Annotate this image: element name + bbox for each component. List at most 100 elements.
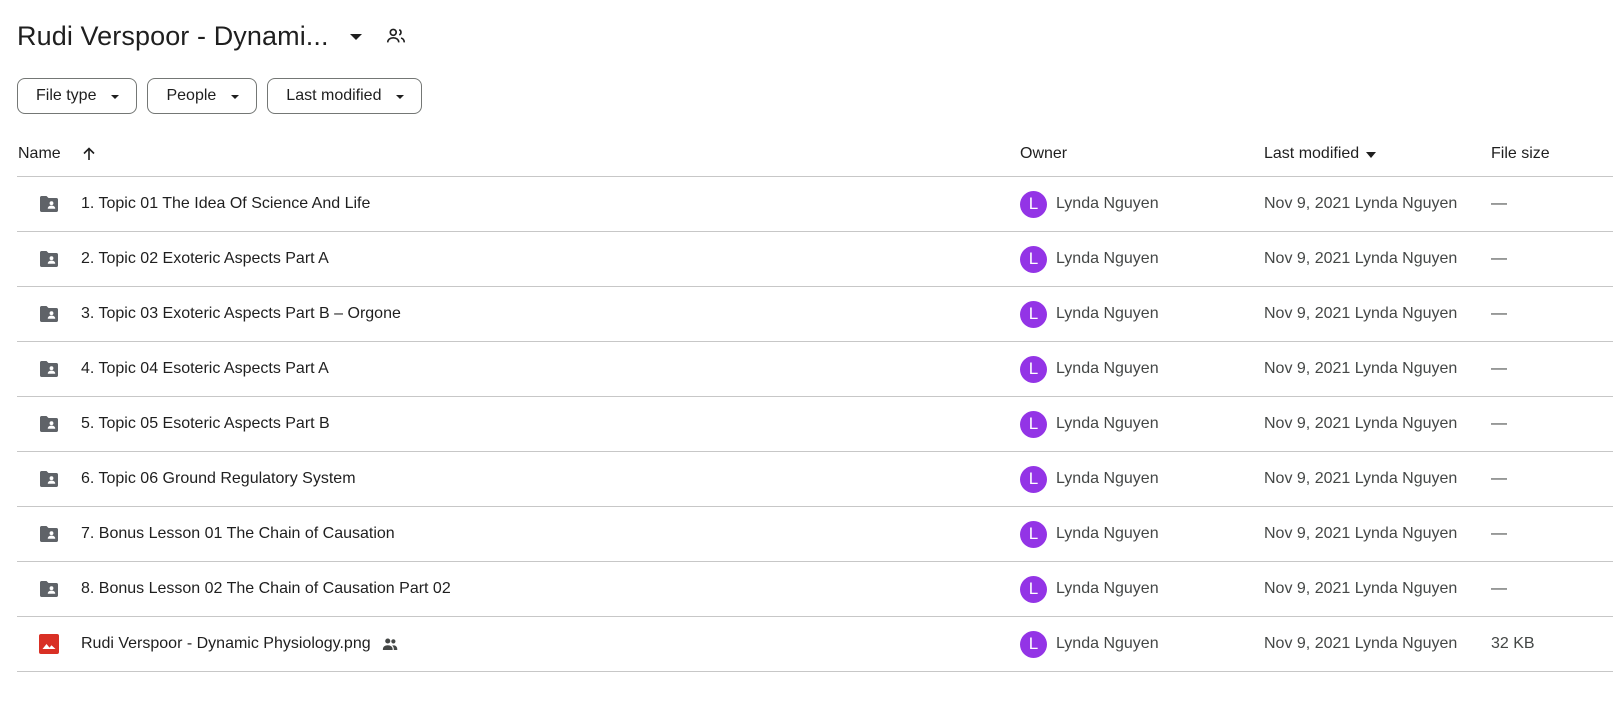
file-name: 8. Bonus Lesson 02 The Chain of Causatio…: [81, 580, 451, 597]
last-modified-cell: Nov 9, 2021 Lynda Nguyen: [1264, 470, 1458, 487]
owner-name: Lynda Nguyen: [1056, 305, 1159, 322]
owner-cell: L Lynda Nguyen: [1020, 452, 1159, 506]
last-modified-filter[interactable]: Last modified: [267, 78, 423, 114]
table-row[interactable]: 7. Bonus Lesson 01 The Chain of Causatio…: [17, 507, 1613, 562]
avatar[interactable]: L: [1020, 245, 1047, 273]
file-name-cell[interactable]: 2. Topic 02 Exoteric Aspects Part A: [81, 232, 329, 286]
file-name-cell[interactable]: 8. Bonus Lesson 02 The Chain of Causatio…: [81, 562, 451, 616]
table-row[interactable]: 2. Topic 02 Exoteric Aspects Part A L Lynd…: [17, 232, 1613, 287]
last-modified-cell: Nov 9, 2021 Lynda Nguyen: [1264, 360, 1458, 377]
last-modified-column-label: Last modified: [1264, 145, 1360, 162]
owner-column-header[interactable]: Owner: [1020, 145, 1067, 163]
last-modified-cell: Nov 9, 2021 Lynda Nguyen: [1264, 580, 1458, 597]
avatar[interactable]: L: [1020, 465, 1047, 493]
table-row[interactable]: 8. Bonus Lesson 02 The Chain of Causatio…: [17, 562, 1613, 617]
last-modified-cell: Nov 9, 2021 Lynda Nguyen: [1264, 305, 1458, 322]
name-column-label: Name: [18, 145, 61, 162]
table-header: Name Owner Last modified File size: [17, 132, 1613, 177]
owner-cell: L Lynda Nguyen: [1020, 287, 1159, 341]
file-size-column-header[interactable]: File size: [1491, 145, 1550, 163]
shared-folder-icon: [37, 467, 61, 491]
owner-cell: L Lynda Nguyen: [1020, 562, 1159, 616]
shared-folder-icon: [37, 412, 61, 436]
avatar[interactable]: L: [1020, 190, 1047, 218]
owner-name: Lynda Nguyen: [1056, 250, 1159, 267]
shared-folder-icon: [37, 522, 61, 546]
shared-folder-icon: [37, 357, 61, 381]
file-size-cell: —: [1491, 305, 1507, 322]
owner-name: Lynda Nguyen: [1056, 195, 1159, 212]
file-size-cell: —: [1491, 250, 1507, 267]
avatar[interactable]: L: [1020, 630, 1047, 658]
sort-ascending-arrow-icon[interactable]: [79, 144, 99, 164]
name-column-header[interactable]: Name: [18, 144, 99, 164]
avatar[interactable]: L: [1020, 520, 1047, 548]
last-modified-cell: Nov 9, 2021 Lynda Nguyen: [1264, 195, 1458, 212]
table-row[interactable]: Rudi Verspoor - Dynamic Physiology.png L L…: [17, 617, 1613, 672]
file-type-filter-label: File type: [36, 87, 97, 104]
owner-name: Lynda Nguyen: [1056, 580, 1159, 597]
shared-folder-icon: [37, 247, 61, 271]
last-modified-cell: Nov 9, 2021 Lynda Nguyen: [1264, 250, 1458, 267]
folder-header: Rudi Verspoor - Dynami...: [17, 14, 408, 58]
table-row[interactable]: 5. Topic 05 Esoteric Aspects Part B L Lynd…: [17, 397, 1613, 452]
owner-name: Lynda Nguyen: [1056, 525, 1159, 542]
shared-folder-icon: [37, 577, 61, 601]
file-name-cell[interactable]: 1. Topic 01 The Idea Of Science And Life: [81, 177, 370, 231]
shared-people-icon: [380, 634, 400, 654]
file-name-cell[interactable]: 6. Topic 06 Ground Regulatory System: [81, 452, 356, 506]
image-file-icon: [37, 632, 61, 656]
folder-menu-chevron-down-icon[interactable]: [349, 34, 362, 40]
owner-name: Lynda Nguyen: [1056, 360, 1159, 377]
avatar[interactable]: L: [1020, 300, 1047, 328]
last-modified-cell: Nov 9, 2021 Lynda Nguyen: [1264, 415, 1458, 432]
file-size-cell: —: [1491, 580, 1507, 597]
file-size-cell: —: [1491, 470, 1507, 487]
avatar[interactable]: L: [1020, 410, 1047, 438]
last-modified-filter-label: Last modified: [286, 87, 382, 104]
owner-cell: L Lynda Nguyen: [1020, 617, 1159, 671]
file-name: 4. Topic 04 Esoteric Aspects Part A: [81, 360, 329, 377]
owner-cell: L Lynda Nguyen: [1020, 507, 1159, 561]
file-name: 1. Topic 01 The Idea Of Science And Life: [81, 195, 371, 212]
file-name-cell[interactable]: 7. Bonus Lesson 01 The Chain of Causatio…: [81, 507, 395, 561]
table-row[interactable]: 6. Topic 06 Ground Regulatory System L Lyn…: [17, 452, 1613, 507]
people-filter[interactable]: People: [147, 78, 258, 114]
table-body: 1. Topic 01 The Idea Of Science And Life…: [17, 177, 1613, 672]
file-size-cell: 32 KB: [1491, 635, 1535, 652]
file-name: 5. Topic 05 Esoteric Aspects Part B: [81, 415, 330, 432]
caret-down-icon: [1366, 152, 1377, 158]
table-row[interactable]: 1. Topic 01 The Idea Of Science And Life…: [17, 177, 1613, 232]
avatar[interactable]: L: [1020, 355, 1047, 383]
file-size-cell: —: [1491, 360, 1507, 377]
owner-cell: L Lynda Nguyen: [1020, 232, 1159, 286]
file-name-cell[interactable]: 5. Topic 05 Esoteric Aspects Part B: [81, 397, 330, 451]
table-row[interactable]: 3. Topic 03 Exoteric Aspects Part B – Or…: [17, 287, 1613, 342]
last-modified-cell: Nov 9, 2021 Lynda Nguyen: [1264, 635, 1458, 652]
chevron-down-icon: [396, 95, 405, 99]
folder-title[interactable]: Rudi Verspoor - Dynami...: [17, 21, 329, 52]
file-size-cell: —: [1491, 195, 1507, 212]
chevron-down-icon: [231, 95, 240, 99]
file-type-filter[interactable]: File type: [17, 78, 138, 114]
filter-chips: File type People Last modified: [17, 78, 423, 114]
file-name-cell[interactable]: 4. Topic 04 Esoteric Aspects Part A: [81, 342, 329, 396]
file-name: 2. Topic 02 Exoteric Aspects Part A: [81, 250, 329, 267]
people-filter-label: People: [166, 87, 217, 104]
owner-name: Lynda Nguyen: [1056, 415, 1159, 432]
file-name-cell[interactable]: Rudi Verspoor - Dynamic Physiology.png: [81, 617, 400, 671]
owner-cell: L Lynda Nguyen: [1020, 397, 1159, 451]
table-row[interactable]: 4. Topic 04 Esoteric Aspects Part A L Lynd…: [17, 342, 1613, 397]
last-modified-column-header[interactable]: Last modified: [1264, 145, 1377, 163]
file-name: 6. Topic 06 Ground Regulatory System: [81, 470, 356, 487]
file-size-cell: —: [1491, 415, 1507, 432]
avatar[interactable]: L: [1020, 575, 1047, 603]
shared-folder-icon: [37, 192, 61, 216]
owner-cell: L Lynda Nguyen: [1020, 177, 1159, 231]
file-size-cell: —: [1491, 525, 1507, 542]
people-outline-icon[interactable]: [384, 24, 408, 48]
file-name-cell[interactable]: 3. Topic 03 Exoteric Aspects Part B – Or…: [81, 287, 401, 341]
chevron-down-icon: [111, 95, 120, 99]
owner-name: Lynda Nguyen: [1056, 470, 1159, 487]
file-list: Name Owner Last modified File size 1. To…: [17, 132, 1613, 672]
